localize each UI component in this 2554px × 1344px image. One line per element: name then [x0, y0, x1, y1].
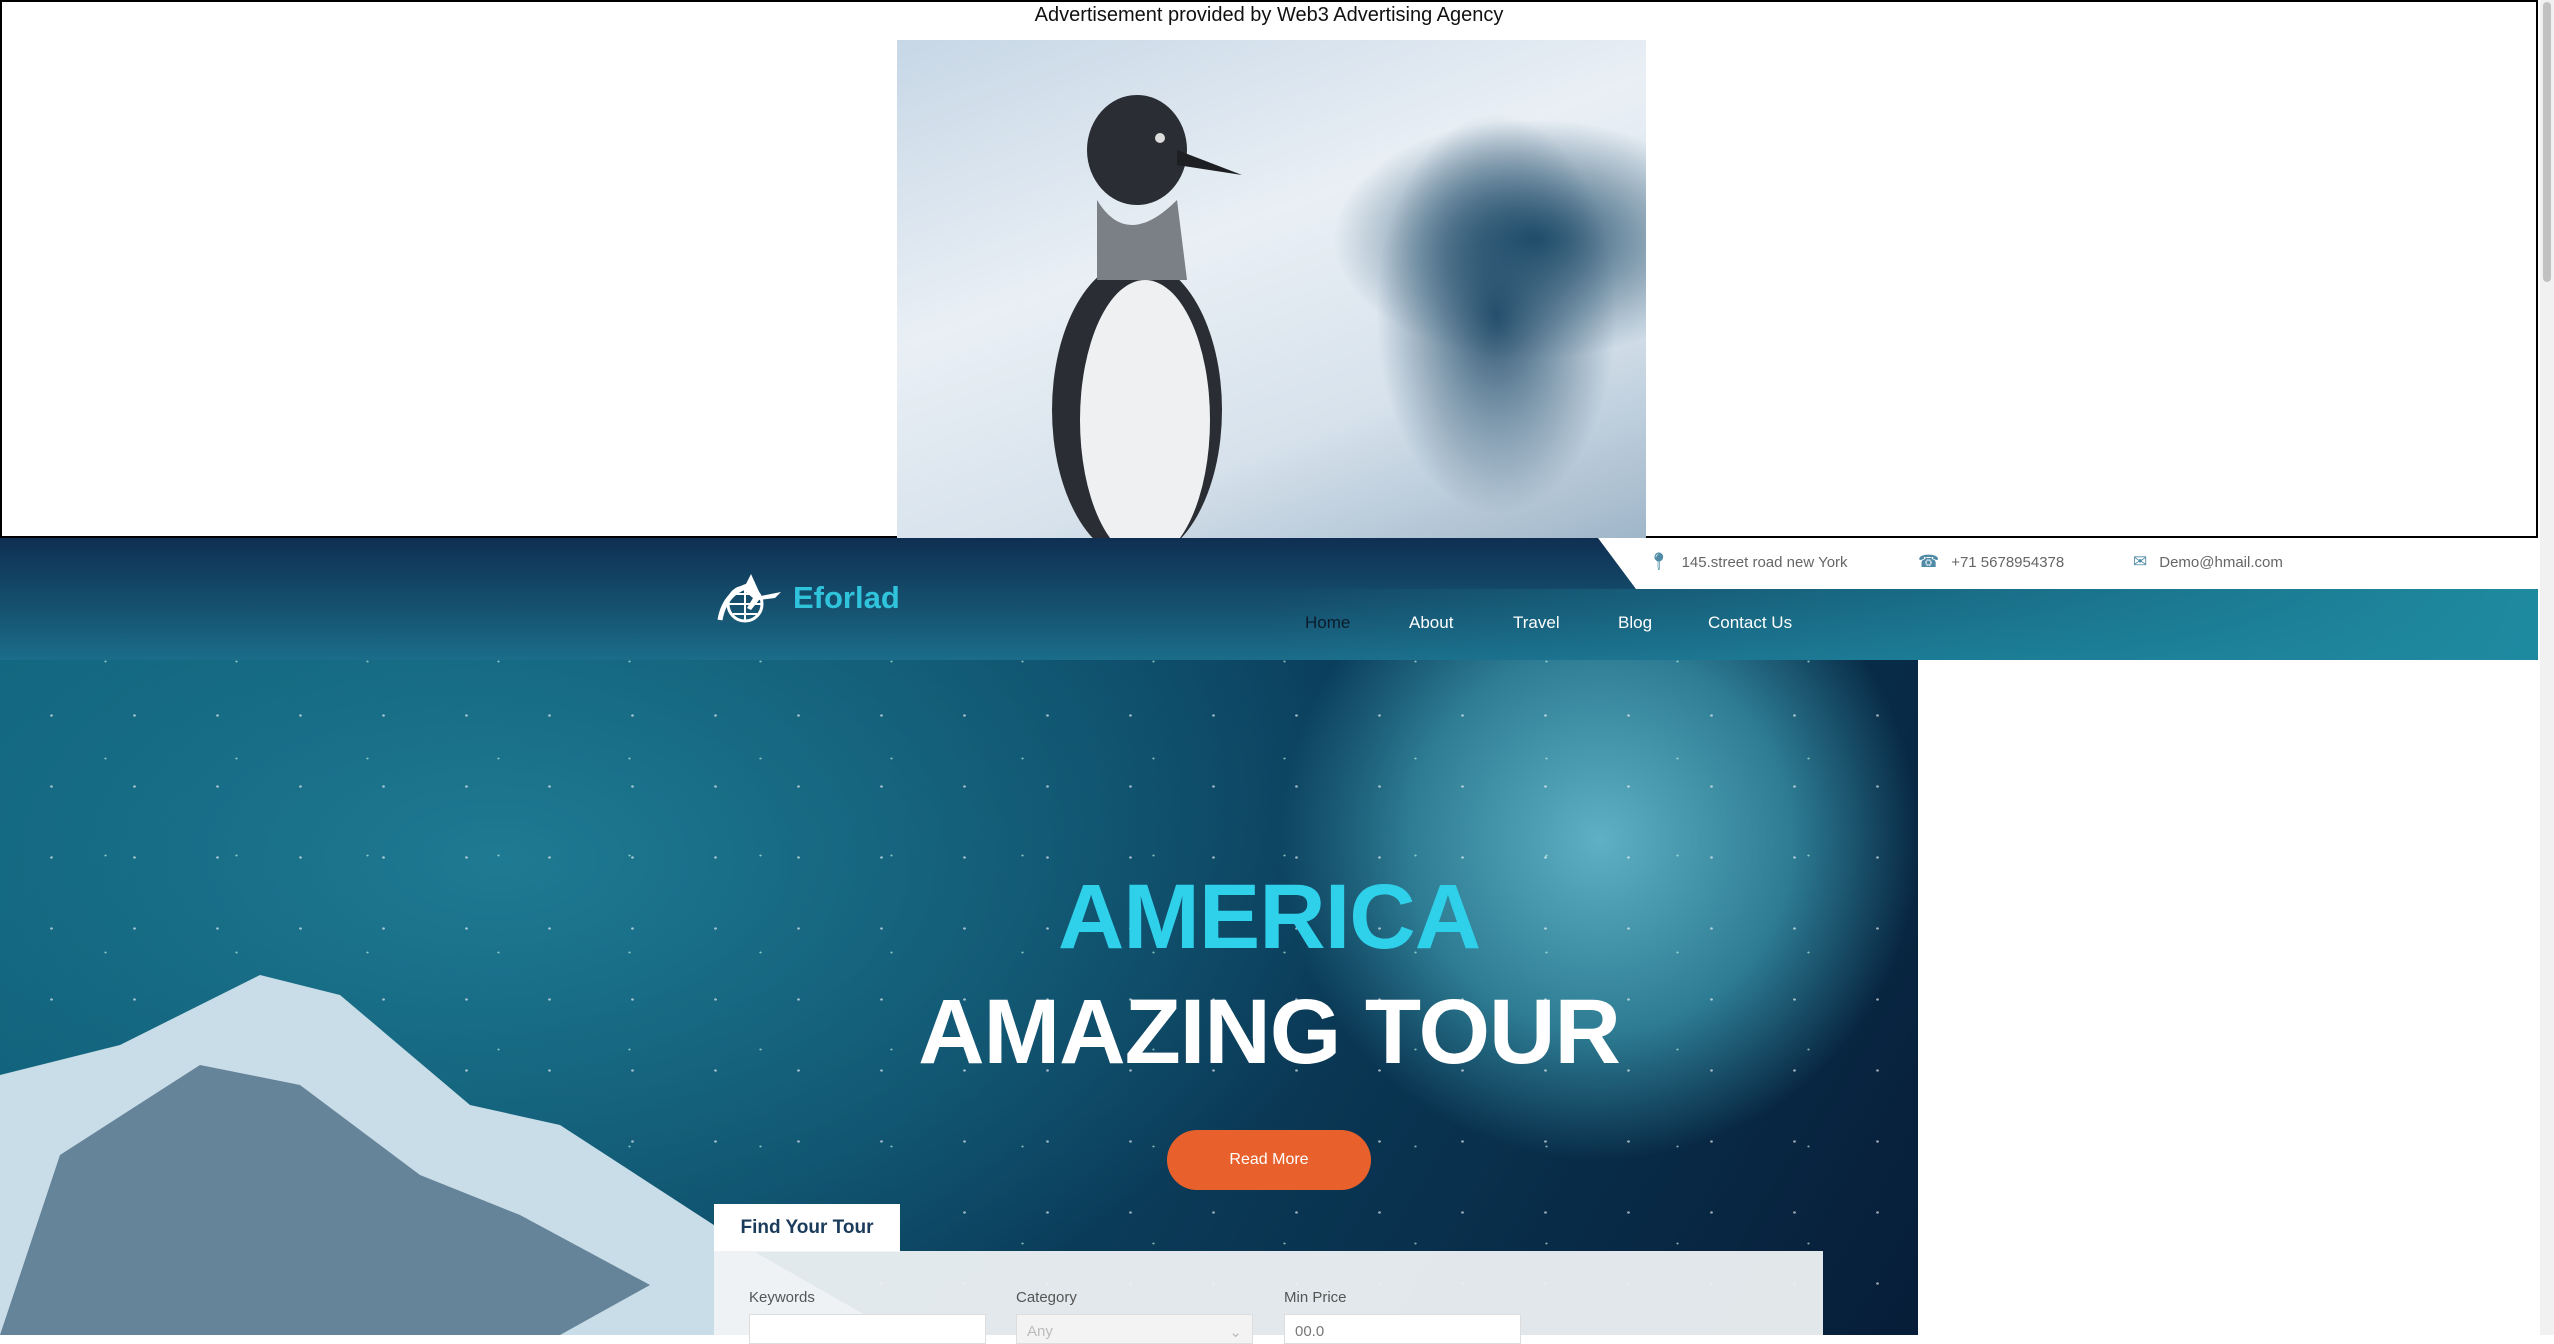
phone-item[interactable]: ☎ +71 5678954378	[1918, 552, 2064, 572]
tour-search-form: Keywords Category Any ⌄ Min Price 00.0	[714, 1251, 1823, 1344]
page-scrollbar[interactable]	[2540, 0, 2554, 1335]
phone-icon: ☎	[1918, 552, 1940, 571]
envelope-icon: ✉	[2133, 552, 2148, 571]
nav-bar	[0, 589, 2538, 660]
hero-banner: AMERICA AMAZING TOUR Read More	[0, 660, 1918, 1335]
min-price-label: Min Price	[1284, 1289, 1347, 1306]
penguin-illustration	[1052, 95, 1242, 538]
email-text: Demo@hmail.com	[2159, 553, 2283, 571]
site-header: 📍︎ 145.street road new York ☎ +71 56789543…	[0, 538, 2538, 660]
address-text: 145.street road new York	[1681, 553, 1848, 571]
contact-bar: 📍︎ 145.street road new York ☎ +71 56789543…	[1598, 538, 2538, 589]
advertisement-banner[interactable]: Advertisement provided by Web3 Advertisi…	[0, 0, 2538, 538]
phone-text: +71 5678954378	[1951, 553, 2065, 571]
nav-travel[interactable]: Travel	[1513, 613, 1560, 633]
nav-home[interactable]: Home	[1305, 613, 1350, 633]
email-item[interactable]: ✉ Demo@hmail.com	[2133, 552, 2283, 572]
nav-about[interactable]: About	[1409, 613, 1453, 633]
scrollbar-thumb[interactable]	[2543, 2, 2551, 282]
keywords-label: Keywords	[749, 1289, 815, 1306]
category-label: Category	[1016, 1289, 1077, 1306]
find-your-tour-tab[interactable]: Find Your Tour	[714, 1204, 900, 1252]
category-select[interactable]: Any ⌄	[1016, 1314, 1253, 1344]
nav-blog[interactable]: Blog	[1618, 613, 1652, 633]
map-pin-icon: 📍︎	[1648, 552, 1670, 571]
brand-logo[interactable]: Eforlad	[715, 570, 900, 626]
address-item: 📍︎ 145.street road new York	[1648, 552, 1848, 572]
min-price-input[interactable]: 00.0	[1284, 1314, 1521, 1344]
chevron-down-icon: ⌄	[1229, 1324, 1242, 1341]
category-value: Any	[1027, 1323, 1053, 1340]
keywords-input[interactable]	[749, 1314, 986, 1344]
hero-title-line2: AMAZING TOUR	[918, 981, 1621, 1083]
brand-name: Eforlad	[793, 580, 900, 615]
nav-contact-us[interactable]: Contact Us	[1708, 613, 1792, 633]
ad-caption: Advertisement provided by Web3 Advertisi…	[1034, 4, 1504, 26]
plane-globe-icon	[717, 574, 781, 623]
hero-title-line1: AMERICA	[1057, 866, 1481, 968]
ad-penguin-image[interactable]	[897, 40, 1646, 538]
read-more-button[interactable]: Read More	[1167, 1130, 1371, 1190]
